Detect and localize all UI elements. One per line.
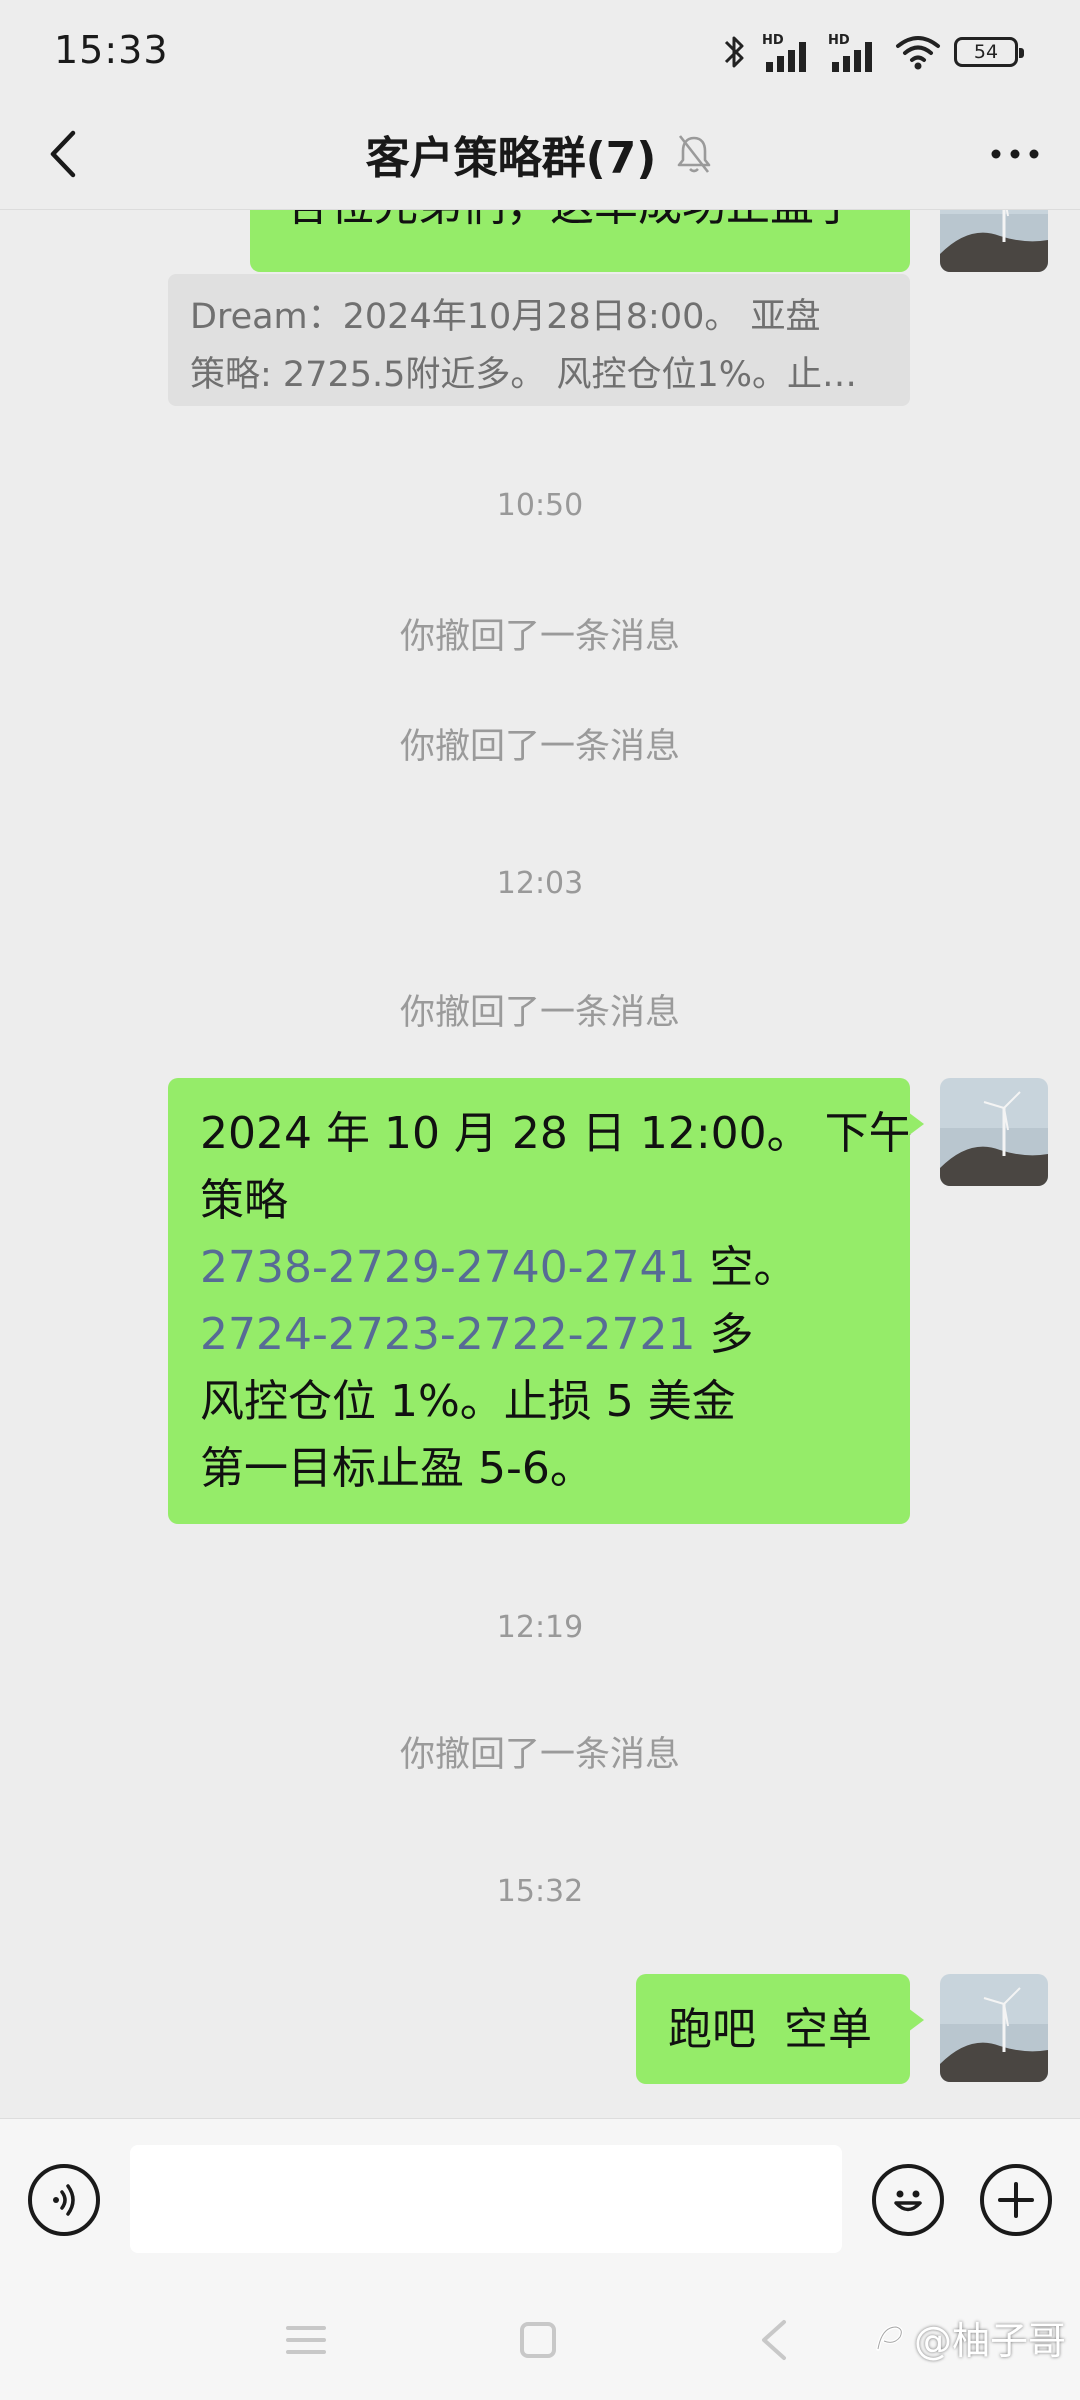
message-list[interactable]: 各位兄弟们，这单成功止盈了 Dream：2024年10月28日8:00。 亚盘 … — [0, 210, 1080, 2118]
status-icons: HD HD 54 — [720, 30, 1024, 74]
mute-bell-icon — [678, 135, 711, 173]
recent-apps-button[interactable] — [276, 2310, 336, 2370]
message-text: 各位兄弟们，这单成功止盈了 — [286, 210, 858, 239]
voice-icon — [53, 2184, 75, 2216]
wifi-icon — [896, 36, 940, 70]
message-input[interactable] — [130, 2145, 842, 2253]
home-square-icon — [520, 2322, 556, 2358]
avatar-wind-turbine-image — [940, 210, 1048, 272]
message-bubble-outgoing[interactable]: 各位兄弟们，这单成功止盈了 — [250, 210, 910, 272]
recalled-message-notice: 你撤回了一条消息 — [399, 993, 680, 1033]
battery-indicator: 54 — [954, 37, 1024, 67]
message-line: 第一目标止盈 5-6。 — [200, 1443, 594, 1494]
more-options-button[interactable] — [980, 124, 1050, 184]
bluetooth-icon — [724, 36, 744, 68]
system-navigation-bar: @柚子哥 — [0, 2280, 1080, 2400]
zhihu-logo-icon — [876, 2324, 904, 2351]
menu-lines-icon — [286, 2326, 326, 2354]
message-line: 2024 年 10 月 28 日 12:00。 下午 — [200, 1108, 913, 1159]
price-number-link[interactable]: 2724-2723-2722-2721 — [200, 1309, 696, 1360]
message-line: 2724-2723-2722-2721 多 — [200, 1301, 878, 1368]
voice-button[interactable] — [28, 2164, 100, 2236]
chat-title: 客户策略群(7) — [365, 133, 657, 184]
message-text: 跑吧 空单 — [668, 2004, 872, 2055]
time-stamp: 12:03 — [496, 866, 584, 901]
quote-line-1: Dream：2024年10月28日8:00。 亚盘 — [190, 297, 821, 337]
watermark: @柚子哥 — [872, 2310, 1066, 2365]
time-stamp: 15:32 — [496, 1874, 584, 1909]
plus-icon — [998, 2182, 1034, 2218]
status-time: 15:33 — [54, 28, 169, 72]
message-bubble-outgoing[interactable]: 跑吧 空单 — [636, 1974, 924, 2084]
message-bubble-outgoing[interactable]: 2024 年 10 月 28 日 12:00。 下午 策略 2738-2729-… — [168, 1078, 924, 1524]
message-line: 风控仓位 1%。止损 5 美金 — [200, 1376, 736, 1427]
price-number-link[interactable]: 2738-2729-2740-2741 — [200, 1242, 696, 1293]
hd-badge-2: HD — [828, 33, 850, 48]
status-bar: 15:33 HD HD 54 — [0, 0, 1080, 100]
chat-screen: 15:33 HD HD 54 客户策略群(7) Dream：2024年10月28… — [0, 0, 1080, 2400]
time-stamp: 10:50 — [496, 488, 584, 523]
quoted-message[interactable]: Dream：2024年10月28日8:00。 亚盘 策略: 2725.5附近多。… — [168, 274, 910, 406]
battery-level: 54 — [973, 41, 999, 63]
recalled-message-notice: 你撤回了一条消息 — [399, 617, 680, 657]
message-line-suffix: 多 — [695, 1309, 754, 1360]
chat-title-area[interactable]: 客户策略群(7) — [0, 116, 1080, 192]
message-line: 2738-2729-2740-2741 空。 — [200, 1234, 878, 1301]
system-back-button[interactable] — [744, 2310, 804, 2370]
hd-badge-1: HD — [762, 33, 784, 48]
signal-hd-icon-2: HD — [828, 33, 872, 72]
home-button[interactable] — [508, 2310, 568, 2370]
avatar-wind-turbine-image — [940, 1974, 1048, 2082]
back-triangle-icon — [762, 2320, 786, 2360]
signal-hd-icon: HD — [762, 33, 806, 72]
recalled-message-notice: 你撤回了一条消息 — [399, 727, 680, 767]
recalled-message-notice: 你撤回了一条消息 — [399, 1735, 680, 1775]
message-line-suffix: 空。 — [695, 1242, 798, 1293]
avatar[interactable] — [940, 210, 1048, 272]
avatar[interactable] — [940, 1974, 1048, 2082]
emoji-icon — [894, 2190, 922, 2212]
avatar[interactable] — [940, 1078, 1048, 1186]
message-line: 策略 — [200, 1175, 288, 1226]
time-stamp: 12:19 — [496, 1610, 584, 1645]
quote-line-2: 策略: 2725.5附近多。 风控仓位1%。止… — [190, 355, 858, 395]
more-functions-button[interactable] — [980, 2164, 1052, 2236]
avatar-wind-turbine-image — [940, 1078, 1048, 1186]
emoji-button[interactable] — [872, 2164, 944, 2236]
chat-input-bar — [0, 2118, 1080, 2280]
chat-header: 客户策略群(7) — [0, 100, 1080, 210]
more-dots-icon — [991, 149, 1039, 159]
watermark-text: @柚子哥 — [913, 2319, 1066, 2363]
